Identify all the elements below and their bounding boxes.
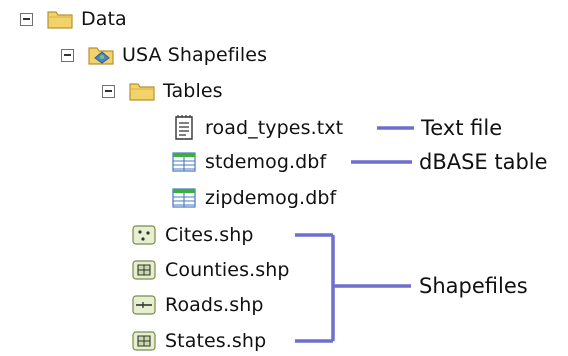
dbase-table-icon [170,186,198,210]
polygon-shapefile-icon [130,258,158,282]
dbase-table-callout: dBASE table [419,150,548,174]
folder-icon [128,79,156,103]
point-shapefile-icon [130,223,158,247]
tree-node-label: zipdemog.dbf [205,187,337,209]
polygon-shapefile-icon [130,329,158,353]
line-shapefile-icon [130,293,158,317]
tree-node-cites[interactable]: Cites.shp [130,220,254,250]
tree-node-states[interactable]: States.shp [130,326,266,356]
collapse-toggle[interactable] [20,12,33,26]
text-document-icon [170,115,198,140]
tree-node-label: Cites.shp [165,224,254,246]
tree-node-label: Roads.shp [165,294,264,316]
geodatabase-folder-icon [87,43,115,67]
text-file-callout: Text file [421,116,503,140]
tree-node-data[interactable]: Data [20,4,127,34]
tree-node-tables[interactable]: Tables [102,76,223,106]
tree-node-label: States.shp [165,330,267,352]
shapefiles-callout: Shapefiles [419,274,528,298]
shapefiles-bracket [295,233,411,343]
dbase-table-icon [170,150,198,174]
tree-node-counties[interactable]: Counties.shp [130,255,290,285]
tree-node-road-types[interactable]: road_types.txt [170,113,343,143]
collapse-toggle[interactable] [61,48,74,62]
tree-node-label: stdemog.dbf [205,151,327,173]
collapse-toggle[interactable] [102,84,115,98]
tree-node-label: USA Shapefiles [122,44,268,66]
tree-node-label: Tables [163,80,223,102]
tree-node-stdemog[interactable]: stdemog.dbf [170,147,326,177]
tree-node-zipdemog[interactable]: zipdemog.dbf [170,183,336,213]
tree-node-roads[interactable]: Roads.shp [130,290,264,320]
tree-node-label: road_types.txt [205,117,344,139]
folder-icon [46,7,74,31]
tree-node-usa-shapefiles[interactable]: USA Shapefiles [61,40,267,70]
tree-node-label: Counties.shp [165,259,290,281]
catalog-tree-diagram: Data USA Shapefiles Tables road_types.tx… [0,0,568,356]
tree-node-label: Data [81,8,127,30]
